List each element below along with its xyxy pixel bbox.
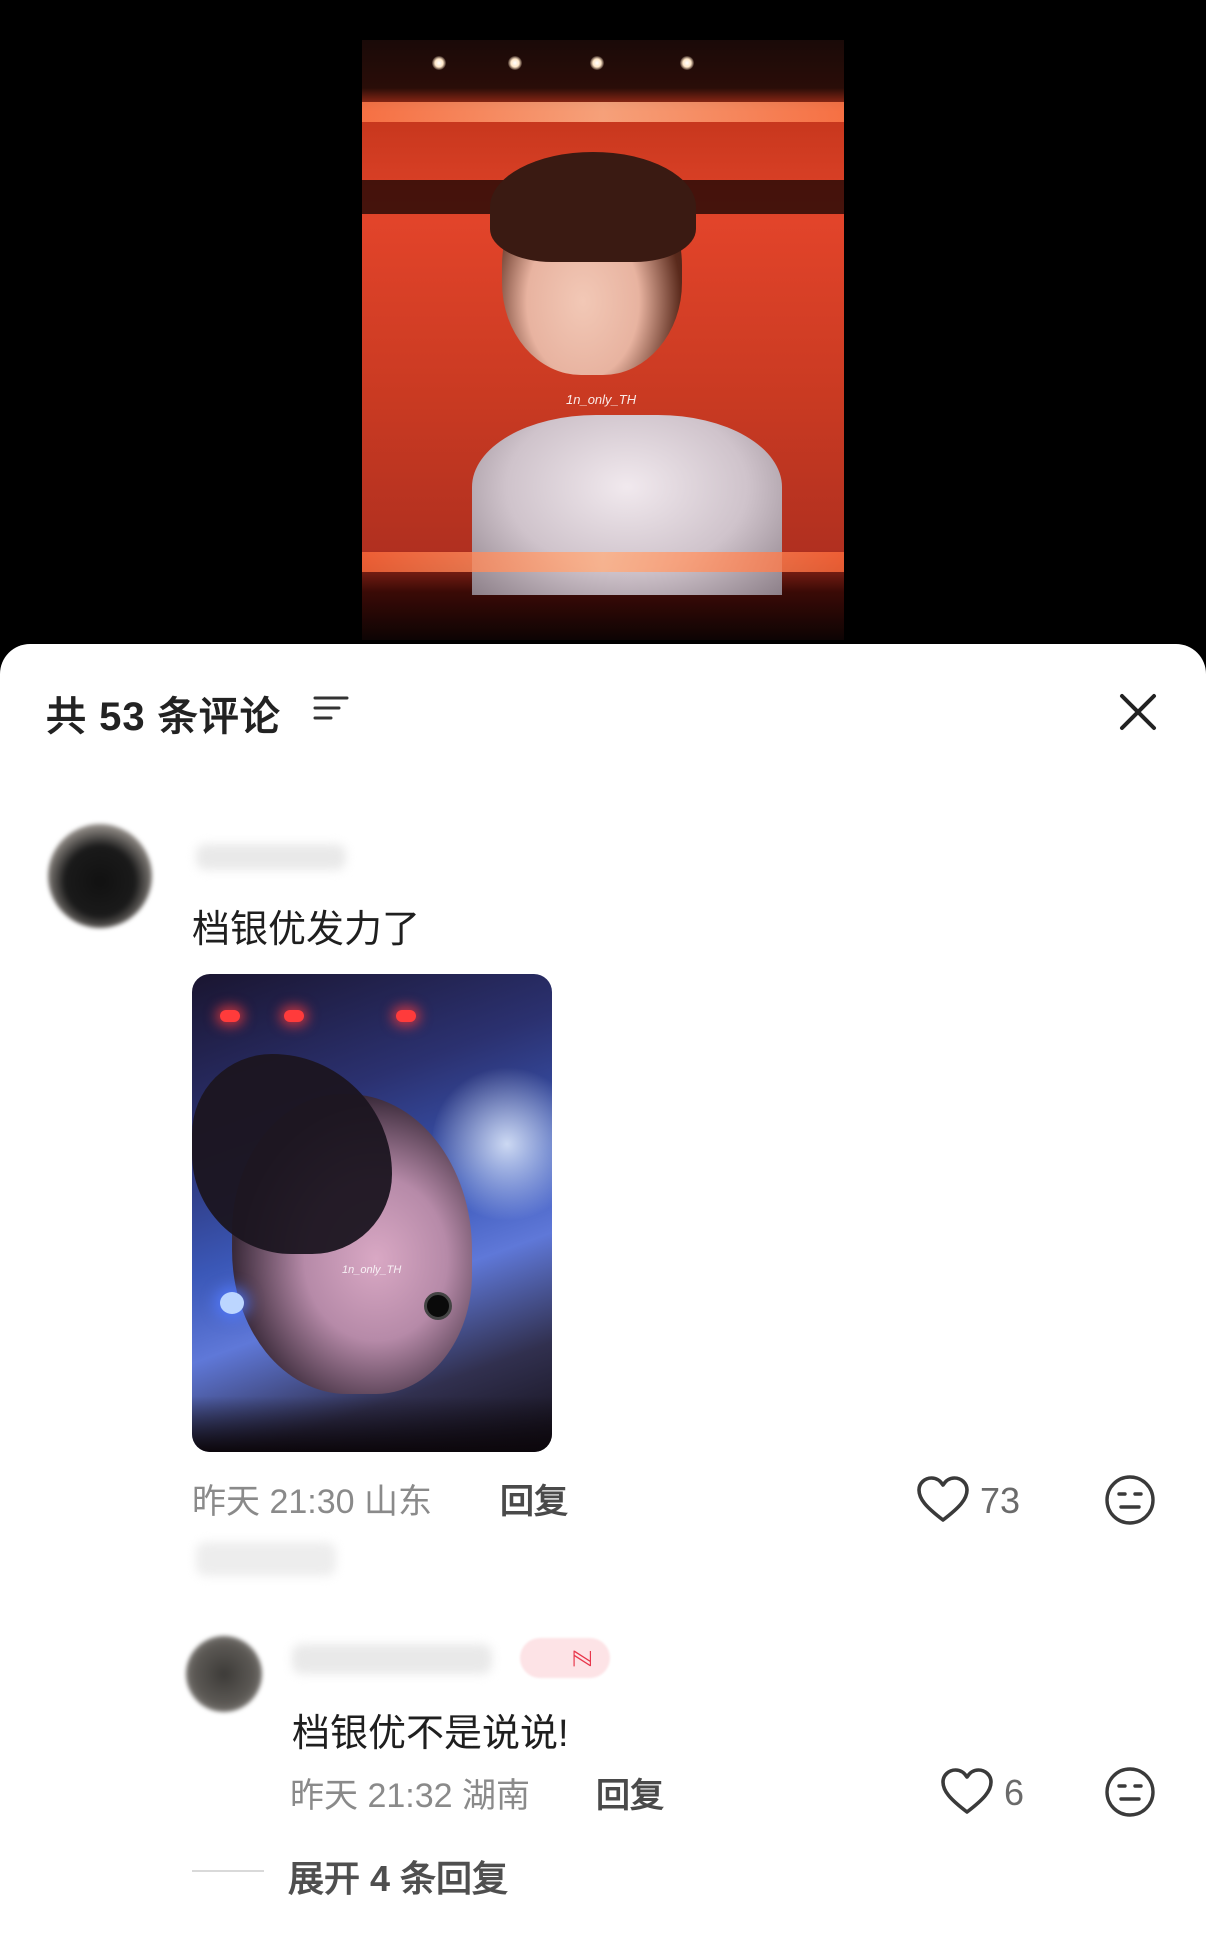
image-stage-light [220,1010,240,1022]
hidden-label-blurred [196,1542,336,1576]
video-player[interactable]: 1n_only_TH [0,0,1206,660]
reply-button[interactable]: 回复 [596,1768,664,1817]
username-blurred[interactable] [196,844,346,870]
close-icon[interactable] [1114,688,1162,736]
heart-icon[interactable] [940,1768,994,1816]
image-earpiece [220,1292,244,1314]
comment-image[interactable]: 1n_only_TH [192,974,552,1452]
image-stage-light [396,1010,416,1022]
heart-icon[interactable] [916,1476,970,1524]
stage-photo: 1n_only_TH [362,40,844,640]
image-bottom-shade [192,1396,552,1452]
author-badge-icon: ℤ [567,1649,595,1668]
stage-light [432,56,446,70]
filter-icon[interactable] [313,694,349,724]
performer-hair [490,152,696,262]
stage-light [508,56,522,70]
stage-light [590,56,604,70]
username-blurred[interactable] [292,1644,492,1674]
comment-meta: 昨天 21:30 山东 [192,1483,432,1521]
dislike-face-icon[interactable] [1104,1474,1156,1526]
comment-sheet: 共 53 条评论 档银优发力了 1n_only_TH 昨天 21:30 山东 回… [0,644,1206,1939]
dislike-face-icon[interactable] [1104,1766,1156,1818]
expand-divider [192,1870,264,1872]
author-badge [520,1638,610,1678]
expand-replies-button[interactable]: 展开 4 条回复 [288,1850,508,1902]
avatar[interactable] [48,824,152,928]
reply-button[interactable]: 回复 [500,1474,568,1523]
reply-text: 档银优不是说说! [292,1713,569,1755]
image-stage-light [284,1010,304,1022]
image-microphone [424,1292,452,1320]
stage-led-bar [362,102,844,122]
avatar[interactable] [186,1636,262,1712]
image-performer-hair [192,1054,392,1254]
image-watermark: 1n_only_TH [342,1264,402,1276]
video-watermark: 1n_only_TH [566,392,637,407]
stage-light [680,56,694,70]
like-count: 6 [1004,1772,1025,1813]
comment-text: 档银优发力了 [192,909,421,951]
stage-led-bar-bottom [362,552,844,572]
stage-lights [362,48,844,88]
like-count: 73 [980,1480,1021,1521]
comment-count-title: 共 53 条评论 [46,695,281,739]
reply-meta: 昨天 21:32 湖南 [290,1777,530,1815]
